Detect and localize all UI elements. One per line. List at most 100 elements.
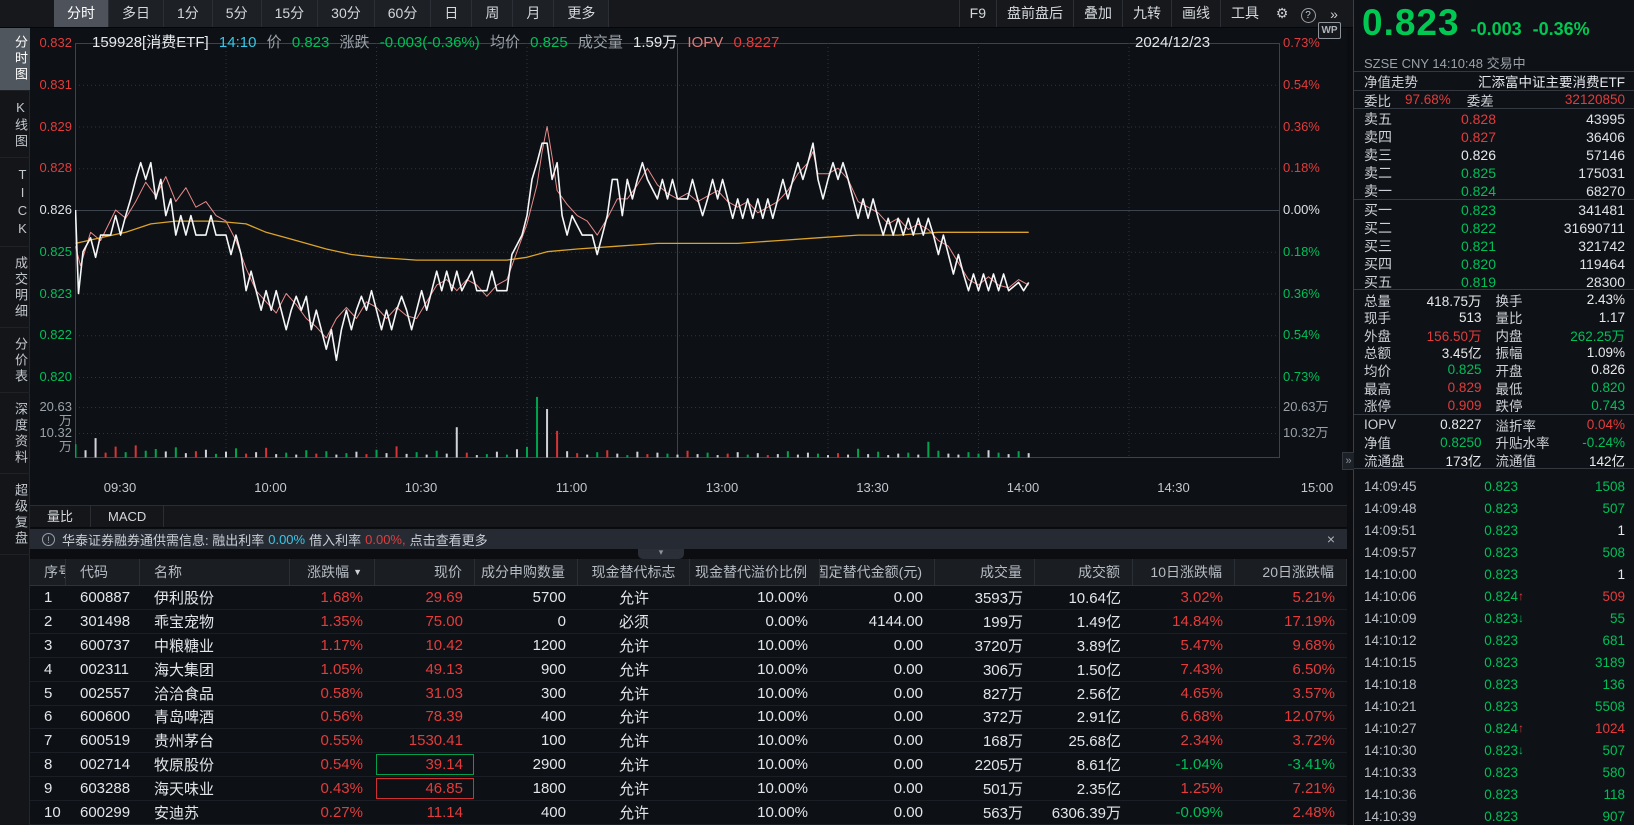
period-tab-15分[interactable]: 15分 (262, 0, 319, 27)
column-header-8[interactable]: 现金替代溢价比例 (690, 559, 820, 585)
notice-more-link[interactable]: 点击查看更多 (410, 530, 488, 549)
intraday-plot[interactable] (75, 43, 1280, 458)
period-tab-60分[interactable]: 60分 (375, 0, 432, 27)
tick-row[interactable]: 14:10:300.823↓507 (1354, 739, 1634, 761)
trading-terminal-window: 分时多日1分5分15分30分60分日周月更多 F9盘前盘后叠加九转画线工具⚙?»… (0, 0, 1634, 825)
column-header-12[interactable]: 10日涨跌幅 (1133, 559, 1235, 585)
cell-10日涨跌幅: 6.68% (1133, 706, 1235, 729)
symbol-label: 159928[消费ETF] (92, 34, 209, 51)
table-row[interactable]: 10600299安迪苏0.27%11.14400允许10.00%0.00563万… (30, 801, 1347, 825)
sidebar-item-K线图[interactable]: K线图 (0, 93, 30, 158)
tick-trade-list[interactable]: 14:09:450.823150814:09:480.82350714:09:5… (1354, 475, 1634, 825)
tick-row[interactable]: 14:09:570.823508 (1354, 541, 1634, 563)
volume-tick-label: 10.32万 (30, 426, 72, 454)
cell-序号: 5 (30, 682, 66, 705)
toolbar-button-F9[interactable]: F9 (959, 0, 996, 27)
tick-row[interactable]: 14:10:210.8235508 (1354, 695, 1634, 717)
cell-成交量: 3593万 (935, 586, 1035, 609)
book-row-买二: 买二0.82231690711 (1354, 219, 1634, 237)
period-tab-1分[interactable]: 1分 (164, 0, 213, 27)
cell-成交量: 199万 (935, 610, 1035, 633)
column-header-10[interactable]: 成交量 (935, 559, 1035, 585)
tick-row[interactable]: 14:10:150.8233189 (1354, 651, 1634, 673)
column-header-5[interactable]: 现价 (375, 559, 475, 585)
period-tab-日[interactable]: 日 (431, 0, 472, 27)
table-row[interactable]: 1600887伊利股份1.68%29.695700允许10.00%0.00359… (30, 586, 1347, 610)
indicator-tabs: 量比 MACD (30, 505, 1347, 528)
table-row[interactable]: 3600737中粮糖业1.17%10.421200允许10.00%0.00372… (30, 634, 1347, 658)
column-header-9[interactable]: 固定替代金额(元) (820, 559, 935, 585)
weibi-value: 97.68% (1405, 92, 1451, 107)
period-tab-分时[interactable]: 分时 (54, 0, 109, 27)
help-icon[interactable]: ? (1295, 5, 1321, 23)
more-chevron-icon[interactable]: » (1321, 6, 1347, 22)
sidebar-item-超级复盘[interactable]: 超级复盘 (0, 476, 30, 555)
tick-row[interactable]: 14:10:180.823136 (1354, 673, 1634, 695)
panel-expander-icon[interactable]: » (1342, 452, 1354, 470)
toolbar-button-九转[interactable]: 九转 (1122, 0, 1171, 27)
period-tab-多日[interactable]: 多日 (109, 0, 164, 27)
table-row[interactable]: 6600600青岛啤酒0.56%78.39400允许10.00%0.00372万… (30, 706, 1347, 730)
period-tab-周[interactable]: 周 (472, 0, 513, 27)
toolbar-button-画线[interactable]: 画线 (1171, 0, 1220, 27)
period-tab-更多[interactable]: 更多 (554, 0, 609, 27)
tick-row[interactable]: 14:10:270.824↑1024 (1354, 717, 1634, 739)
tick-row[interactable]: 14:10:120.823681 (1354, 629, 1634, 651)
tick-row[interactable]: 14:10:360.823118 (1354, 783, 1634, 805)
tick-row[interactable]: 14:10:390.823907 (1354, 805, 1634, 825)
tick-row[interactable]: 14:10:000.8231 (1354, 563, 1634, 585)
gear-icon[interactable]: ⚙ (1269, 5, 1295, 22)
collapse-handle[interactable]: ▾ (638, 549, 684, 559)
wp-monitor-icon[interactable]: WP (1318, 22, 1341, 39)
tick-row[interactable]: 14:09:510.8231 (1354, 519, 1634, 541)
tick-row[interactable]: 14:10:330.823580 (1354, 761, 1634, 783)
period-tab-月[interactable]: 月 (513, 0, 554, 27)
fund-row[interactable]: 净值走势 汇添富中证主要消费ETF (1354, 72, 1634, 90)
table-row[interactable]: 5002557洽洽食品0.58%31.03300允许10.00%0.00827万… (30, 682, 1347, 706)
table-row[interactable]: 4002311海大集团1.05%49.13900允许10.00%0.00306万… (30, 658, 1347, 682)
stat-row: 涨停0.909跌停0.743 (1354, 397, 1634, 414)
sidebar-item-分时图[interactable]: 分时图 (0, 28, 30, 91)
time-tick-label: 14:00 (999, 480, 1047, 495)
sidebar-item-分价表[interactable]: 分价表 (0, 330, 30, 393)
margin-notice-bar[interactable]: ! 华泰证券融券通供需信息: 融出利率 0.00% 借入利率 0.00%, 点击… (30, 529, 1347, 549)
close-icon[interactable]: × (1327, 529, 1335, 549)
cell-涨跌幅: 0.56% (290, 706, 375, 729)
toolbar-button-盘前盘后[interactable]: 盘前盘后 (996, 0, 1073, 27)
cell-现价: 39.14 (375, 753, 475, 776)
tick-row[interactable]: 14:09:480.823507 (1354, 497, 1634, 519)
table-row[interactable]: 2301498乖宝宠物1.35%75.000必须0.00%4144.00199万… (30, 610, 1347, 634)
intraday-chart-region[interactable]: 159928[消费ETF] 14:10 价 0.823 涨跌 -0.003(-0… (30, 28, 1347, 505)
column-header-13[interactable]: 20日涨跌幅 (1235, 559, 1347, 585)
tick-price: 0.823 (1440, 743, 1518, 758)
tick-row[interactable]: 14:09:450.8231508 (1354, 475, 1634, 497)
sidebar-item-TICK[interactable]: TICK (0, 160, 30, 247)
tick-row[interactable]: 14:10:090.823↓55 (1354, 607, 1634, 629)
period-tab-30分[interactable]: 30分 (318, 0, 375, 27)
sidebar-item-深度资料[interactable]: 深度资料 (0, 395, 30, 474)
column-header-7[interactable]: 现金替代标志 (578, 559, 690, 585)
cell-20日涨跌幅: 6.50% (1235, 658, 1347, 681)
tick-time: 14:10:27 (1364, 721, 1440, 736)
column-header-3[interactable]: 名称 (140, 559, 290, 585)
cell-现金替代溢价比例: 10.00% (690, 706, 820, 729)
table-row[interactable]: 9603288海天味业0.43%46.851800允许10.00%0.00501… (30, 777, 1347, 801)
toolbar-button-叠加[interactable]: 叠加 (1073, 0, 1122, 27)
column-header-11[interactable]: 成交额 (1035, 559, 1133, 585)
book-label: 买三 (1364, 236, 1406, 256)
tab-macd[interactable]: MACD (91, 506, 164, 527)
sidebar-item-成交明细[interactable]: 成交明细 (0, 249, 30, 328)
column-header-6[interactable]: 成分申购数量 (475, 559, 578, 585)
column-header-4[interactable]: 涨跌幅▼ (290, 559, 375, 585)
column-header-2[interactable]: 代码 (66, 559, 140, 585)
book-label: 买四 (1364, 254, 1406, 274)
table-row[interactable]: 7600519贵州茅台0.55%1530.41100允许10.00%0.0016… (30, 729, 1347, 753)
down-arrow-icon: ↓ (1518, 743, 1532, 757)
tab-liangbi[interactable]: 量比 (30, 506, 91, 527)
cell-固定替代金额(元): 0.00 (820, 801, 935, 824)
toolbar-button-工具[interactable]: 工具 (1220, 0, 1269, 27)
table-row[interactable]: 8002714牧原股份0.54%39.142900允许10.00%0.00220… (30, 753, 1347, 777)
period-tab-5分[interactable]: 5分 (213, 0, 262, 27)
tick-row[interactable]: 14:10:060.824↑509 (1354, 585, 1634, 607)
column-header-1[interactable]: 序号 (30, 559, 66, 585)
